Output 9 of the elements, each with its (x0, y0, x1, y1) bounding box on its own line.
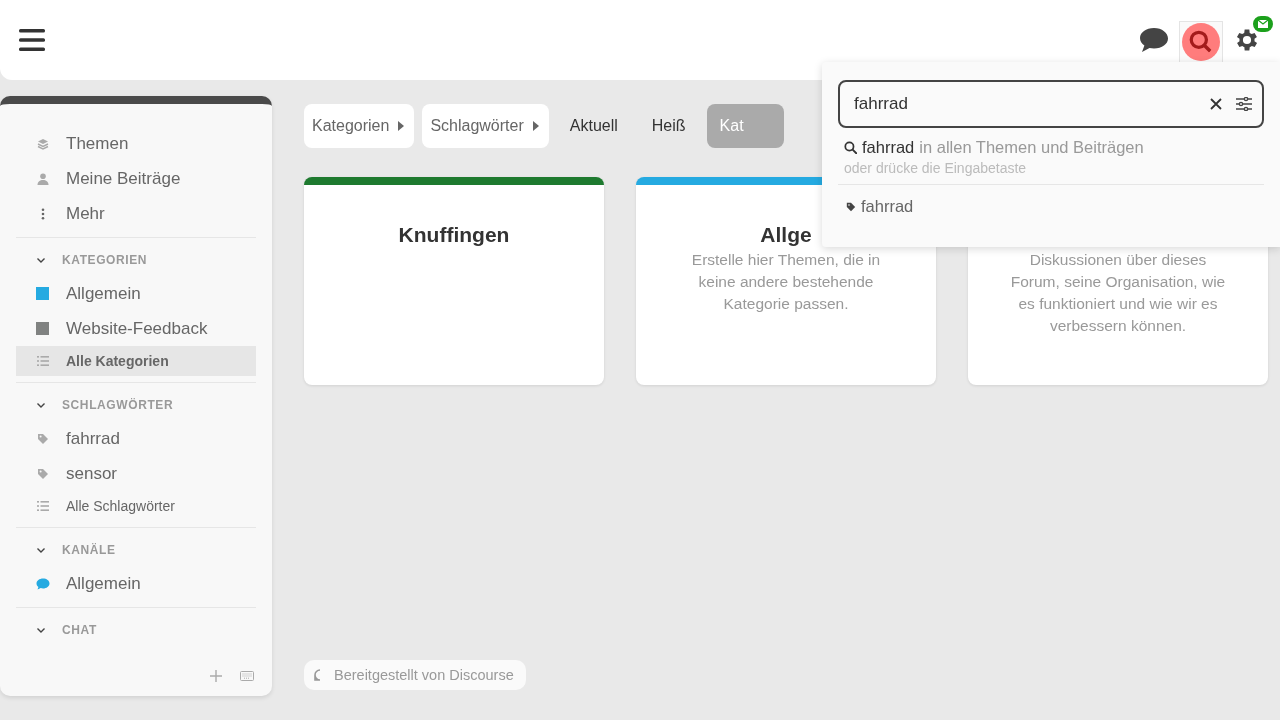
search-term: fahrrad (862, 138, 915, 157)
category-title: Allge (759, 223, 813, 247)
powered-by-text: Bereitgestellt von Discourse (334, 667, 514, 683)
tag-name: fahrrad (861, 197, 914, 216)
search-scope-text: in allen Themen und Beiträgen (919, 138, 1144, 157)
search-hint: oder drücke die Eingabetaste (844, 160, 1028, 176)
category-title: Knuffingen (397, 223, 511, 247)
category-description: Diskussionen über dieses Forum, seine Organisation, wie es funktioniert und wie wir es verbessern können. (1009, 250, 1227, 336)
category-description: Erstelle hier Themen, die in keine andere bestehende Kategorie passen. (690, 250, 882, 314)
